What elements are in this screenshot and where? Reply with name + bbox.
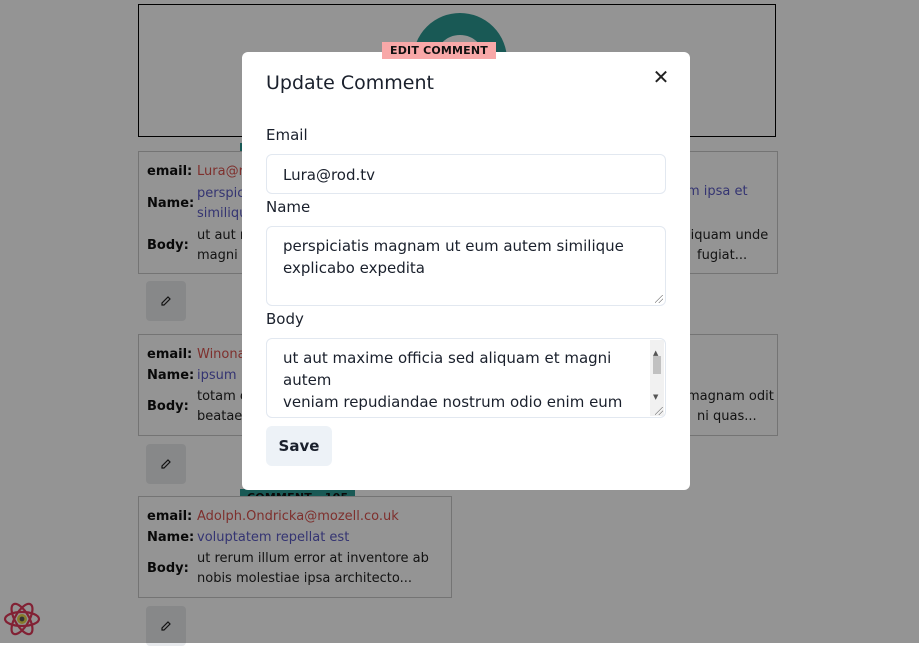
email-field-label: Email (266, 126, 308, 144)
modal-title: Update Comment (266, 72, 434, 94)
email-field[interactable]: Lura@rod.tv (266, 154, 666, 194)
body-textarea[interactable]: ut aut maxime officia sed aliquam et mag… (266, 338, 666, 418)
body-field-label: Body (266, 310, 304, 328)
update-comment-modal: Update Comment ✕ Email Lura@rod.tv Name … (242, 52, 690, 490)
body-scrollbar[interactable]: ▲ ▼ (650, 340, 664, 416)
name-field-label: Name (266, 198, 311, 216)
resize-handle[interactable] (655, 295, 663, 303)
scroll-down-icon[interactable]: ▼ (653, 386, 658, 408)
scroll-thumb[interactable] (653, 356, 661, 374)
edit-comment-badge: EDIT COMMENT (382, 42, 497, 59)
save-button[interactable]: Save (266, 426, 332, 466)
close-icon[interactable]: ✕ (650, 65, 672, 89)
resize-handle[interactable] (655, 407, 663, 415)
name-textarea[interactable]: perspiciatis magnam ut eum autem similiq… (266, 226, 666, 306)
